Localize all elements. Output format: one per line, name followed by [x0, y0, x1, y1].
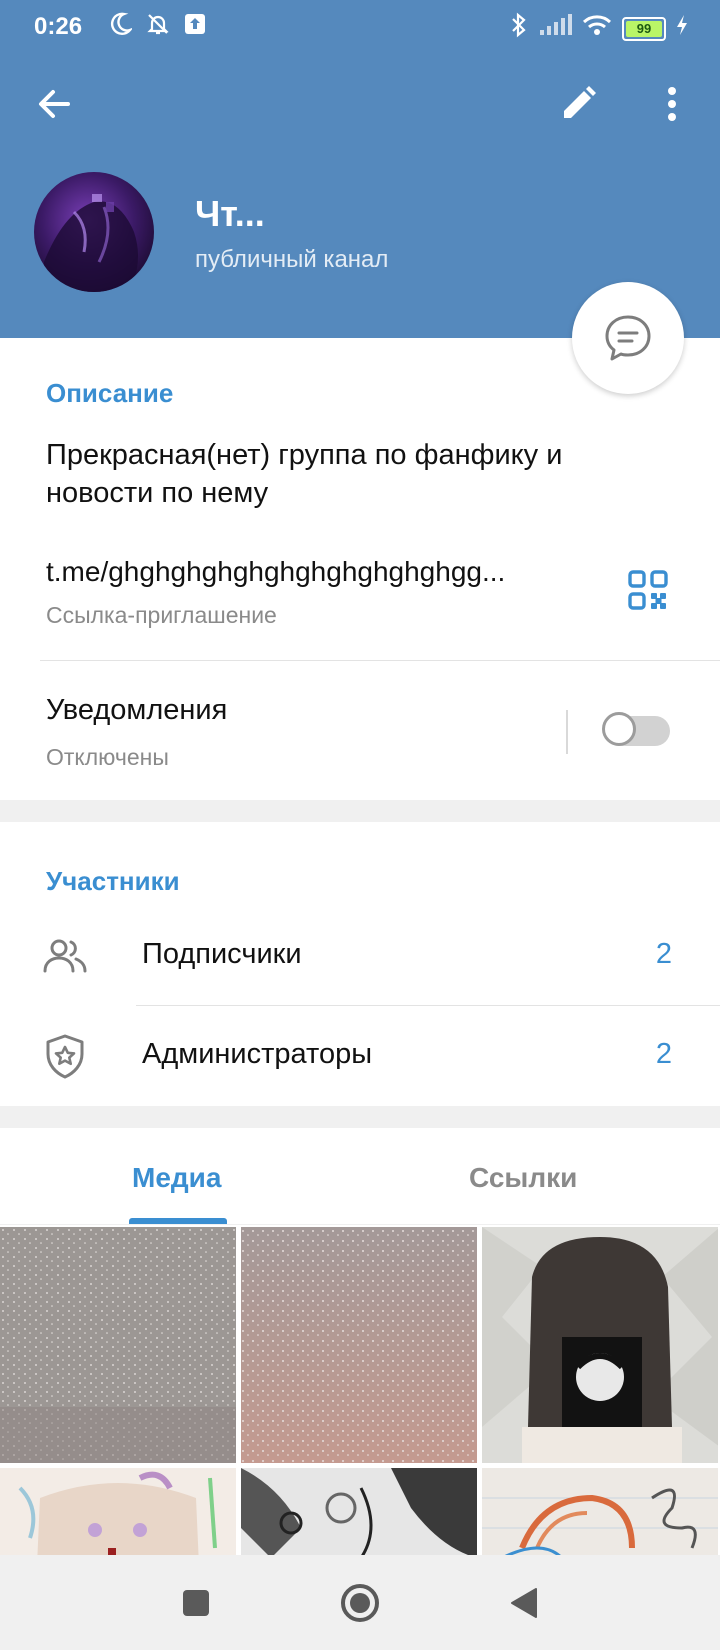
notifications-status: Отключены	[46, 744, 169, 770]
system-navigation-bar	[0, 1555, 720, 1650]
discussion-button[interactable]	[572, 282, 684, 394]
tab-links[interactable]: Ссылки	[469, 1162, 577, 1194]
notifications-title: Уведомления	[46, 694, 228, 726]
administrators-count: 2	[655, 1038, 672, 1070]
circle-icon	[341, 1584, 379, 1622]
active-tab-indicator	[129, 1218, 227, 1224]
channel-type-label: публичный канал	[195, 246, 389, 273]
channel-description: Прекрасная(нет) группа по фанфику и ново…	[46, 439, 563, 509]
subscribers-label: Подписчики	[142, 938, 302, 970]
edit-button[interactable]	[556, 82, 600, 126]
invite-link-caption: Ссылка-приглашение	[46, 602, 277, 628]
home-button[interactable]	[338, 1581, 382, 1625]
media-item[interactable]	[0, 1468, 236, 1555]
back-nav-button[interactable]	[502, 1581, 546, 1625]
bluetooth-icon	[510, 12, 528, 45]
tab-media[interactable]: Медиа	[132, 1162, 221, 1194]
media-item[interactable]	[241, 1227, 477, 1463]
moon-icon	[110, 12, 134, 43]
signal-icon	[538, 14, 572, 43]
arrow-left-icon	[39, 90, 70, 118]
status-time: 0:26	[34, 13, 83, 40]
channel-avatar[interactable]	[34, 172, 154, 292]
shared-content-tabs	[0, 1128, 720, 1224]
shield-star-icon	[46, 1034, 84, 1079]
media-item[interactable]	[0, 1227, 236, 1463]
media-item[interactable]	[482, 1227, 718, 1463]
members-header: Участники	[46, 866, 180, 896]
back-button[interactable]	[32, 82, 76, 126]
square-icon	[183, 1590, 209, 1616]
chat-bubble-icon	[605, 315, 651, 361]
triangle-back-icon	[511, 1588, 537, 1618]
separator	[566, 710, 568, 754]
battery-indicator: 99	[622, 16, 666, 41]
media-item[interactable]	[482, 1468, 718, 1555]
media-item[interactable]	[241, 1468, 477, 1555]
divider	[136, 1005, 720, 1006]
administrators-row[interactable]: Администраторы 2	[0, 1008, 720, 1104]
administrators-label: Администраторы	[142, 1038, 373, 1070]
invite-link[interactable]: t.me/ghghghghghghghghghghghgg...	[46, 556, 505, 588]
channel-title: Чт...	[195, 193, 265, 234]
wifi-icon	[582, 14, 612, 43]
more-vert-icon	[668, 87, 676, 121]
subscribers-row[interactable]: Подписчики 2	[0, 908, 720, 1004]
qr-code-icon	[628, 570, 668, 610]
toggle-knob	[602, 712, 636, 746]
subscribers-count: 2	[655, 938, 672, 970]
recents-button[interactable]	[174, 1581, 218, 1625]
pencil-icon	[564, 86, 596, 118]
qr-code-button[interactable]	[628, 570, 668, 610]
status-bar: 0:26 99	[0, 0, 720, 56]
upload-icon	[184, 13, 206, 42]
more-options-button[interactable]	[652, 82, 692, 126]
media-grid	[0, 1225, 720, 1555]
notifications-toggle[interactable]	[602, 712, 670, 746]
bell-off-icon	[146, 12, 170, 43]
users-icon	[43, 939, 87, 973]
charging-icon	[676, 14, 688, 43]
battery-level: 99	[636, 21, 652, 36]
divider	[40, 660, 720, 661]
description-header: Описание	[46, 378, 174, 408]
